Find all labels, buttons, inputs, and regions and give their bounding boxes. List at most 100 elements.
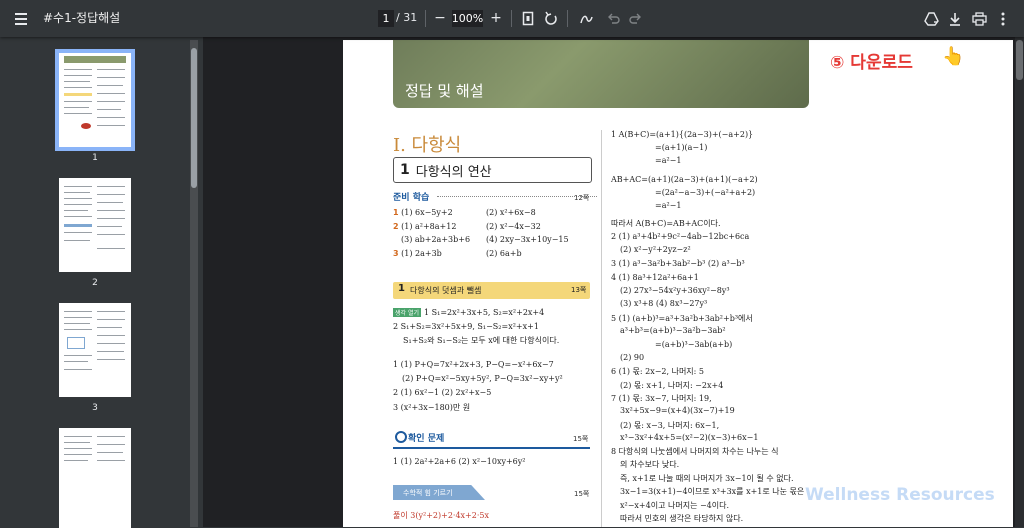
right-answer-line: AB+AC=(a+1)(2a−3)+(a+1)(−a+2) [611,175,758,184]
divider [567,10,568,27]
right-answer-line: 따라서 A(B+C)=AB+AC이다. [611,219,721,228]
thumbnail-page-2[interactable] [59,178,131,272]
page-banner: 정답 및 해설 [393,40,809,108]
answer-line: 1 (1) P+Q=7x²+2x+3, P−Q=−x²+6x−7 [393,360,554,369]
thumbnail-sidebar: 1 2 3 [0,37,203,528]
right-answer-line: x²−x+4이고 나머지는 −4이다. [620,501,730,510]
think-line: S₁+S₂와 S₁−S₂는 모두 x에 대한 다항식이다. [403,336,560,345]
right-answer-line: 3x−1=3(x+1)−4이므로 x³+3x를 x+1로 나눈 몫은 [620,487,805,496]
section-number: 1 [400,162,410,178]
answer-row: (4) 2xy−3x+10y−15 [486,235,569,244]
redo-icon[interactable] [628,10,642,27]
section-title: 다항식의 연산 [415,164,492,180]
divider [425,10,426,27]
prep-label: 준비 학습 [393,193,430,203]
answer-row: (2) 6a+b [486,249,522,258]
right-answer-line: (2) 몫: x−3, 나머지: 6x−1, [620,421,720,430]
column-divider [601,130,602,527]
math-page: 15쪽 [574,490,590,498]
banner-title: 정답 및 해설 [405,82,484,100]
download-icon[interactable] [947,9,963,28]
annotate-icon[interactable] [578,10,594,27]
answer-row: (3) ab+2a+3b+6 [401,235,471,244]
answer-row: 2 (1) a²+8a+12 [393,222,457,231]
page-total: / 31 [396,11,418,24]
pointing-hand-icon: 👆 [942,46,965,67]
zoom-in-button[interactable]: + [489,9,503,27]
sidebar-scrollbar-thumb[interactable] [191,48,197,188]
right-answer-line: 7 (1) 몫: 3x−7, 나머지: 19, [611,394,712,403]
thumbnail-page-1[interactable] [55,49,135,151]
subsection-page: 13쪽 [571,286,587,294]
viewer-scrollbar[interactable] [1015,37,1024,527]
thumbnail-label: 3 [92,403,98,413]
print-icon[interactable] [971,10,987,27]
right-answer-line: 3x²+5x−9=(x+4)(3x−7)+19 [620,406,735,415]
right-answer-line: (2) 27x³−54x²y+36xy²−8y³ [620,286,730,295]
think-line: 생각 열기 1 S₁=2x²+3x+5, S₂=x²+2x+4 [393,308,545,317]
drive-icon[interactable] [923,10,939,27]
right-answer-line: 3 (1) a³−3a²b+3ab²−b³ (2) a³−b³ [611,259,745,268]
zoom-out-button[interactable]: − [433,9,447,27]
right-answer-line: (3) x³+8 (4) 8x³−27y³ [620,299,708,308]
rotate-icon[interactable] [543,10,559,27]
thumbnail-page-3[interactable] [59,303,131,397]
page-number-input[interactable]: 1 [378,10,394,27]
subsection-title: 다항식의 덧셈과 뺄셈 [410,286,482,295]
pdf-toolbar: #수1-정답해설 1 / 31 − 100% + [0,0,1024,37]
thumbnail-label: 2 [92,278,98,288]
right-answer-line: x³−3x²+4x+5=(x²−2)(x−3)+6x−1 [620,433,759,442]
menu-icon[interactable] [12,9,32,29]
right-answer-line: 6 (1) 몫: 2x−2, 나머지: 5 [611,367,704,376]
check-page: 15쪽 [573,435,589,443]
more-icon[interactable] [997,10,1009,27]
right-answer-line: 의 차수보다 낮다. [620,460,680,469]
right-answer-line: (2) 몫: x+1, 나머지: −2x+4 [620,381,724,390]
right-answer-line: 즉, x+1로 나눌 때의 나머지가 3x−1이 될 수 없다. [620,474,794,483]
divider [511,10,512,27]
chapter-title: I. 다항식 [393,135,462,156]
section-box: 1 다항식의 연산 [393,157,592,183]
dotted-leader [437,196,597,197]
check-answer: 1 (1) 2a²+2a+6 (2) x²−10xy+6y² [393,457,526,466]
step-annotation: ⑤ 다운로드 [830,53,913,73]
thumbnail-page-4[interactable] [59,428,131,528]
fit-page-icon[interactable] [521,10,535,27]
think-line: 2 S₁+S₂=3x²+5x+9, S₁−S₂=x²+x+1 [393,322,539,331]
undo-icon[interactable] [606,10,620,27]
right-answer-line: =a²−1 [655,156,682,165]
check-title: 확인 문제 [408,434,445,444]
right-answer-line: 따라서 민호의 생각은 타당하지 않다. [620,514,744,523]
right-answer-line: =(2a²−a−3)+(−a²+a+2) [655,188,756,197]
document-title: #수1-정답해설 [43,11,121,25]
check-problem-header: 확인 문제 15쪽 [393,429,590,449]
right-answer-line: 8 다항식의 나눗셈에서 나머지의 차수는 나누는 식 [611,447,779,456]
math-power-label: 수학적 힘 기르기 [403,489,453,497]
thumbnail-label: 1 [92,153,98,163]
pdf-page: 정답 및 해설 I. 다항식 1 다항식의 연산 준비 학습 12쪽 1 (1)… [343,40,1013,527]
right-answer-line: =a²−1 [655,201,682,210]
right-answer-line: =(a+b)³−3ab(a+b) [655,340,733,349]
right-answer-line: (2) 90 [620,353,645,362]
right-answer-line: 5 (1) (a+b)³=a³+3a²b+3ab²+b³에서 [611,314,753,323]
right-answer-line: 1 A(B+C)=(a+1){(2a−3)+(−a+2)} [611,130,754,139]
answer-line: (2) P+Q=x²−5xy+5y², P−Q=3x²−xy+y² [402,374,563,383]
zoom-input[interactable]: 100% [452,10,483,27]
subsection-number: 1 [398,283,405,294]
right-answer-line: =(a+1)(a−1) [655,143,708,152]
math-line: 풀이 3(y²+2)+2·4x+2·5x [393,511,489,520]
subsection-bar: 1 다항식의 덧셈과 뺄셈 13쪽 [393,282,590,299]
right-answer-line: (2) x²−y²+2yz−z² [620,245,691,254]
answer-row: (2) x²−4x−32 [486,222,541,231]
answer-line: 3 (x²+3x−180)만 원 [393,403,471,412]
prep-page: 12쪽 [574,194,590,202]
viewer-scrollbar-thumb[interactable] [1016,40,1023,80]
right-answer-line: 2 (1) a³+4b²+9c²−4ab−12bc+6ca [611,232,750,241]
answer-line: 2 (1) 6x²−1 (2) 2x²+x−5 [393,388,492,397]
right-answer-line: a³+b³=(a+b)³−3a²b−3ab² [620,326,726,335]
answer-row: 1 (1) 6x−5y+2 [393,208,453,217]
circle-icon [395,431,407,443]
answer-row: 3 (1) 2a+3b [393,249,442,258]
right-answer-line: 4 (1) 8a³+12a²+6a+1 [611,273,699,282]
answer-row: (2) x²+6x−8 [486,208,536,217]
